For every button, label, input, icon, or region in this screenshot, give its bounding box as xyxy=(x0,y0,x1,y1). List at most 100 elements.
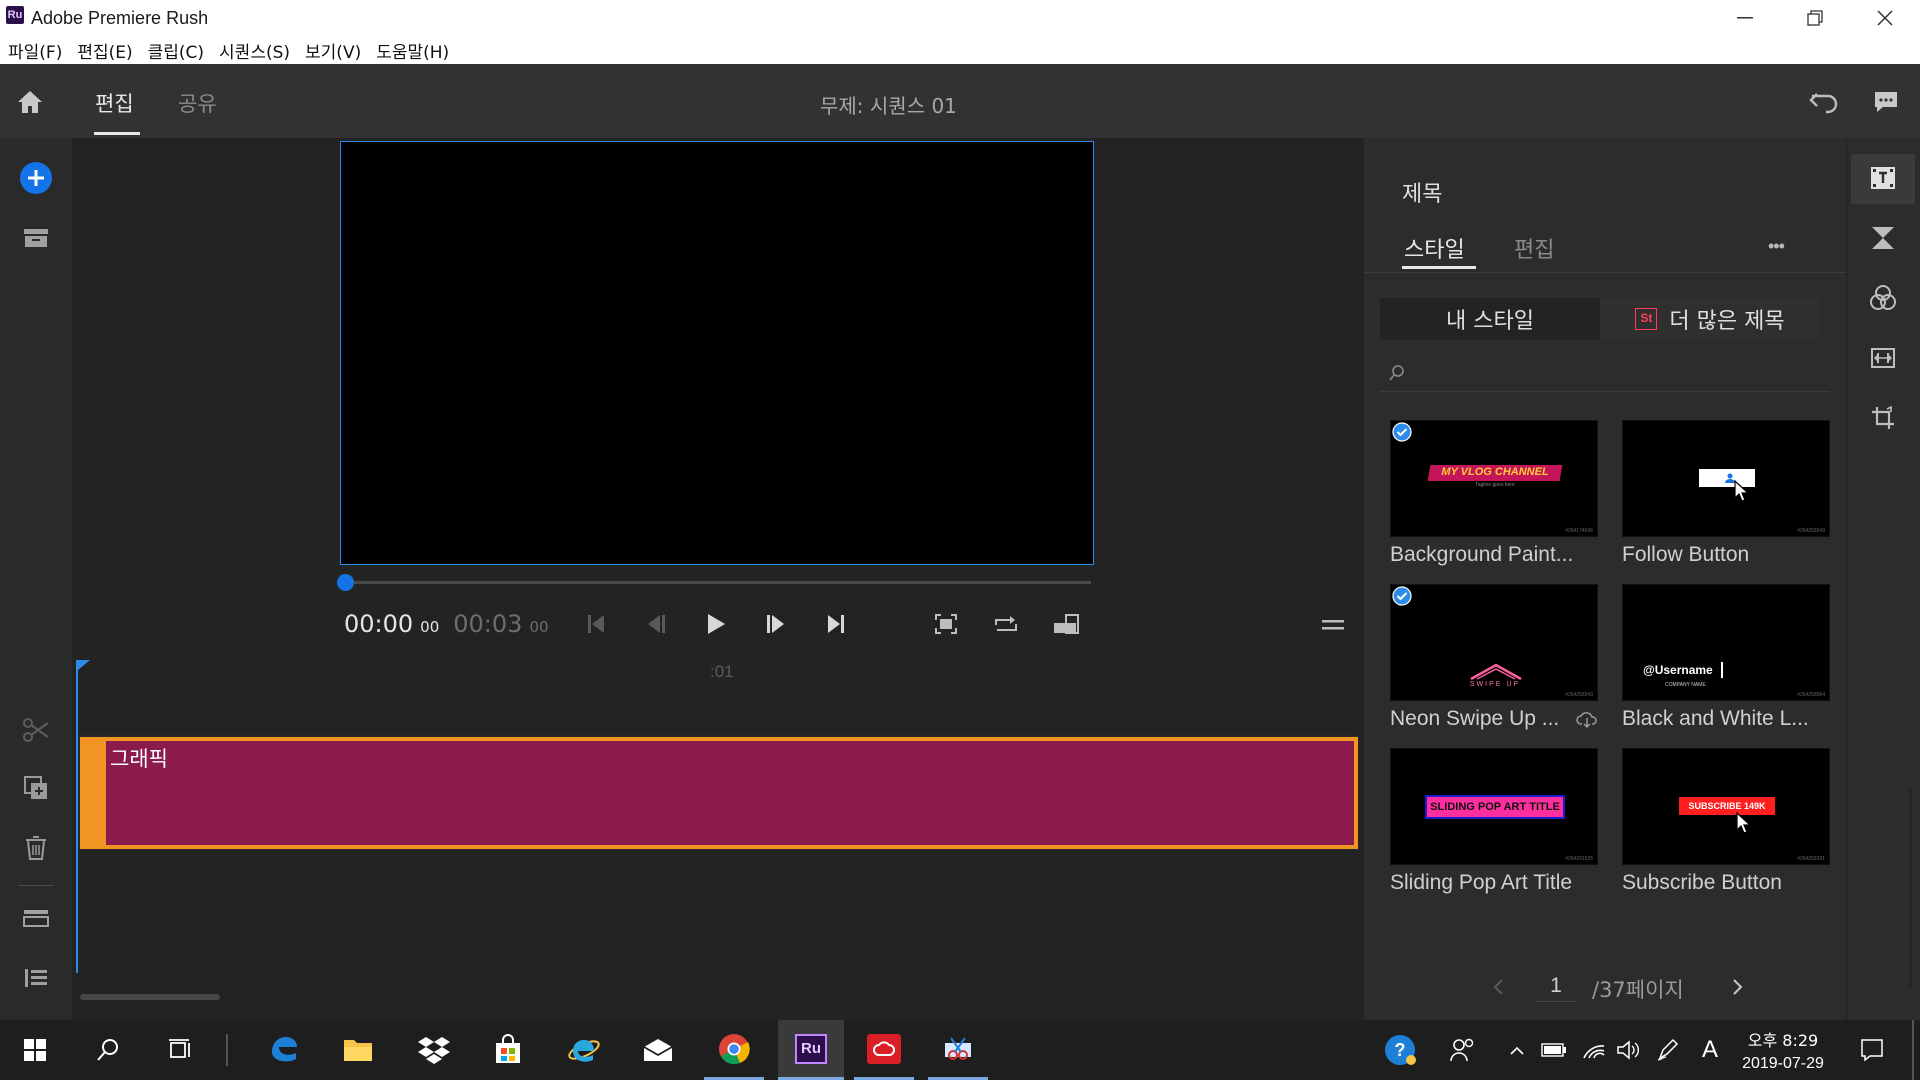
page-total: /37페이지 xyxy=(1592,978,1684,1002)
prev-page-button[interactable] xyxy=(1486,974,1510,1000)
playhead-marker[interactable] xyxy=(78,660,90,670)
menu-file[interactable]: 파일(F) xyxy=(8,38,62,63)
template-thumbnail[interactable]: #264258249 xyxy=(1622,420,1830,537)
step-forward-button[interactable] xyxy=(760,610,792,638)
page-input[interactable]: 1 xyxy=(1536,974,1576,1002)
template-thumbnail[interactable]: MY VLOG CHANNEL Tagline goes here #26417… xyxy=(1390,420,1598,537)
template-thumbnail[interactable]: SWIPE UP #264258243 xyxy=(1390,584,1598,701)
undo-button[interactable] xyxy=(1804,84,1844,120)
task-view-button[interactable] xyxy=(150,1020,210,1080)
template-card[interactable]: SUBSCRIBE 149K #264258291 Subscribe Butt… xyxy=(1622,748,1830,895)
template-thumbnail[interactable]: SLIDING POP ART TITLE #264261525 xyxy=(1390,748,1598,865)
chevron-up-icon xyxy=(1510,1046,1524,1055)
sequence-title[interactable]: 무제: 시퀀스 01 xyxy=(820,90,957,119)
timeline-scrollbar[interactable] xyxy=(80,994,220,1000)
titles-tool-button[interactable] xyxy=(1865,160,1901,196)
restore-button[interactable] xyxy=(1780,0,1850,36)
step-back-button[interactable] xyxy=(640,610,672,638)
transitions-tool-button[interactable] xyxy=(1865,220,1901,256)
project-assets-button[interactable] xyxy=(18,220,54,256)
timeline-ruler[interactable]: :01 xyxy=(77,662,1364,692)
feedback-button[interactable] xyxy=(1868,84,1904,120)
premiere-rush-app[interactable]: Ru xyxy=(778,1020,844,1080)
close-button[interactable] xyxy=(1850,0,1920,36)
mail-app[interactable] xyxy=(628,1020,688,1080)
menu-help[interactable]: 도움말(H) xyxy=(376,38,449,63)
template-thumbnail[interactable]: SUBSCRIBE 149K #264258291 xyxy=(1622,748,1830,865)
start-button[interactable] xyxy=(5,1020,65,1080)
loop-button[interactable] xyxy=(990,610,1022,638)
more-options-button[interactable]: ••• xyxy=(1768,236,1785,257)
ruler-mark: :01 xyxy=(710,662,734,681)
pen-icon xyxy=(1657,1038,1679,1061)
scrub-handle[interactable] xyxy=(337,574,354,591)
menu-clip[interactable]: 클립(C) xyxy=(148,38,204,63)
help-tray-button[interactable]: ? xyxy=(1374,1020,1426,1080)
duplicate-button[interactable] xyxy=(18,770,54,806)
volume-tray[interactable] xyxy=(1608,1020,1648,1080)
speed-tool-button[interactable] xyxy=(1865,340,1901,376)
tray-overflow-button[interactable] xyxy=(1500,1020,1534,1080)
color-tool-button[interactable] xyxy=(1865,280,1901,316)
add-media-button[interactable] xyxy=(18,160,54,196)
people-tray-button[interactable] xyxy=(1438,1020,1488,1080)
file-explorer-app[interactable] xyxy=(328,1020,388,1080)
chrome-app[interactable] xyxy=(704,1020,764,1080)
template-thumbnail[interactable]: @Username COMPANY NAME #264258064 xyxy=(1622,584,1830,701)
preview-monitor[interactable] xyxy=(340,141,1094,565)
search-input[interactable] xyxy=(1380,356,1830,392)
plus-circle-icon xyxy=(20,162,52,194)
crop-tool-button[interactable] xyxy=(1865,400,1901,436)
dropbox-icon xyxy=(418,1037,450,1064)
aspect-ratio-button[interactable] xyxy=(1050,610,1082,638)
track-controls-button[interactable] xyxy=(18,900,54,936)
creative-cloud-app[interactable] xyxy=(854,1020,914,1080)
app-header: 편집 공유 무제: 시퀀스 01 xyxy=(0,64,1920,138)
clock[interactable]: 오후 8:29 2019-07-29 xyxy=(1730,1027,1836,1073)
taskbar-search-button[interactable] xyxy=(78,1020,138,1080)
go-to-start-button[interactable] xyxy=(580,610,612,638)
next-page-button[interactable] xyxy=(1726,974,1750,1000)
panel-scrollbar[interactable] xyxy=(1909,788,1912,988)
go-to-end-button[interactable] xyxy=(820,610,852,638)
pen-tray[interactable] xyxy=(1648,1020,1688,1080)
menu-view[interactable]: 보기(V) xyxy=(305,38,361,63)
dropbox-app[interactable] xyxy=(404,1020,464,1080)
menu-sequence[interactable]: 시퀀스(S) xyxy=(219,38,290,63)
player-menu-button[interactable] xyxy=(1318,612,1348,638)
snip-app[interactable] xyxy=(928,1020,988,1080)
timeline-list-button[interactable] xyxy=(18,960,54,996)
tab-panel-edit[interactable]: 편집 xyxy=(1514,232,1554,264)
template-card[interactable]: SWIPE UP #264258243 Neon Swipe Up ... xyxy=(1390,584,1598,731)
template-card[interactable]: @Username COMPANY NAME #264258064 Black … xyxy=(1622,584,1830,731)
scrub-bar[interactable] xyxy=(345,581,1091,584)
fit-frame-button[interactable] xyxy=(930,610,962,638)
window-titlebar: Ru Adobe Premiere Rush xyxy=(0,0,1920,36)
graphic-clip[interactable]: 그래픽 xyxy=(80,737,1358,849)
split-button[interactable] xyxy=(18,712,54,748)
play-button[interactable] xyxy=(700,610,732,638)
action-center-button[interactable] xyxy=(1844,1020,1900,1080)
battery-tray[interactable] xyxy=(1534,1020,1574,1080)
tab-edit[interactable]: 편집 xyxy=(95,88,134,118)
show-desktop-button[interactable] xyxy=(1912,1020,1914,1080)
more-titles-button[interactable]: St 더 많은 제목 xyxy=(1600,298,1820,340)
template-card[interactable]: MY VLOG CHANNEL Tagline goes here #26417… xyxy=(1390,420,1598,567)
store-app[interactable] xyxy=(478,1020,538,1080)
tab-share[interactable]: 공유 xyxy=(178,88,217,118)
template-card[interactable]: SLIDING POP ART TITLE #264261525 Sliding… xyxy=(1390,748,1598,895)
internet-explorer-app[interactable] xyxy=(554,1020,614,1080)
delete-button[interactable] xyxy=(18,830,54,866)
menu-edit[interactable]: 편집(E) xyxy=(77,38,132,63)
checkmark-badge-icon xyxy=(1392,586,1412,606)
tab-style[interactable]: 스타일 xyxy=(1404,232,1465,264)
minimize-button[interactable] xyxy=(1710,0,1780,36)
my-styles-button[interactable]: 내 스타일 xyxy=(1380,298,1600,340)
template-card[interactable]: #264258249 Follow Button xyxy=(1622,420,1830,567)
trash-icon xyxy=(26,836,46,860)
app-logo-icon: Ru xyxy=(6,6,24,24)
home-button[interactable] xyxy=(12,84,48,120)
edge-app[interactable] xyxy=(254,1020,314,1080)
chevron-right-icon xyxy=(1733,979,1743,995)
input-method-indicator[interactable]: A xyxy=(1690,1020,1730,1080)
